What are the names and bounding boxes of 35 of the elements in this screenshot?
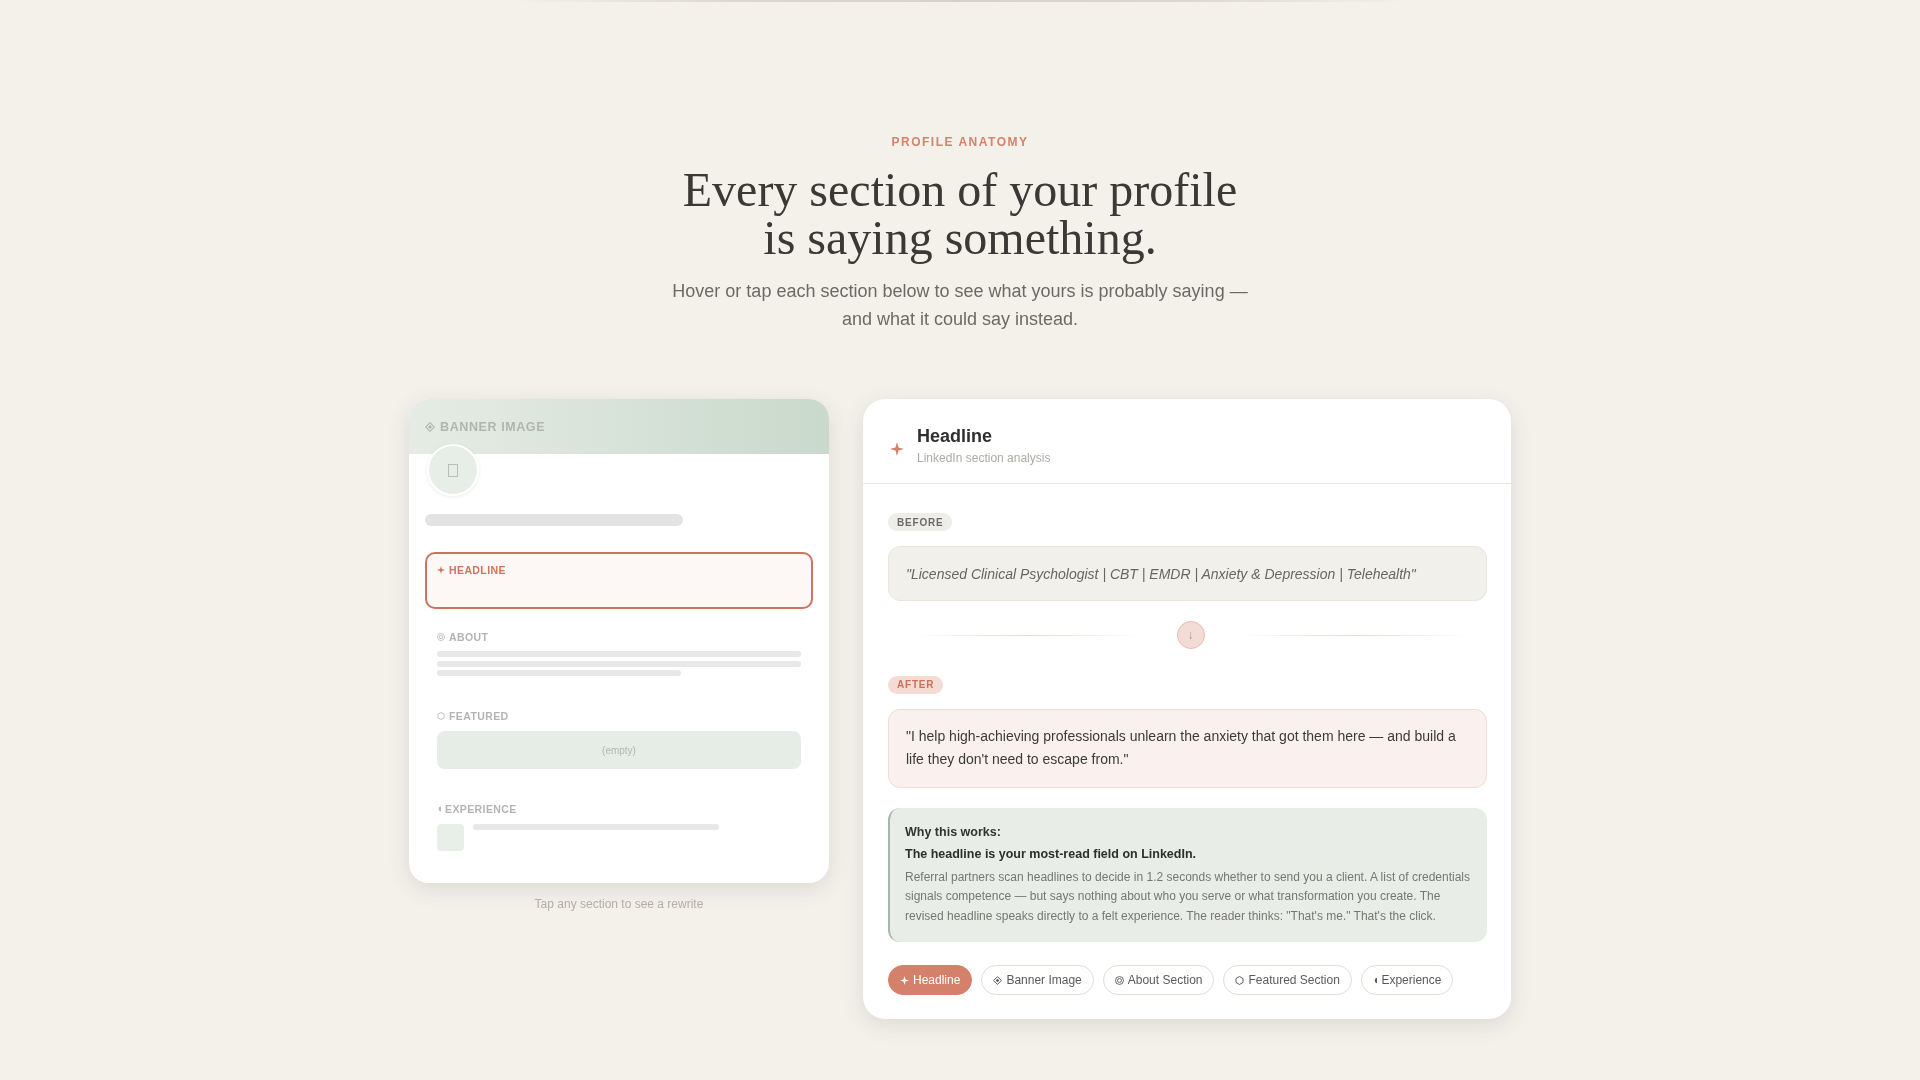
profile-section[interactable]: HEADLINE — [425, 552, 813, 609]
card-subtitle: LinkedIn section analysis — [917, 450, 1051, 466]
hexagon-icon — [437, 712, 445, 720]
section-tab[interactable]: About Section — [1102, 965, 1215, 995]
hint-caption: Tap any section to see a rewrite — [534, 897, 704, 911]
section-label: HEADLINE — [449, 563, 506, 577]
target-icon — [1114, 975, 1124, 985]
sparkle-icon — [437, 566, 445, 574]
profile-section[interactable]: ABOUT — [425, 619, 813, 688]
why-heading: Why this works: — [905, 823, 1002, 841]
after-quote: "I help high-achieving professionals unlearn the anxiety that got them here — and build a life they don't need to escape from." — [888, 708, 1487, 788]
section-tab[interactable]: Experience — [1360, 965, 1454, 995]
before-badge: BEFORE — [888, 513, 953, 531]
section-label: EXPERIENCE — [445, 802, 517, 816]
diamond-icon — [425, 421, 435, 432]
avatar-icon — [427, 444, 479, 496]
page-subtitle: Hover or tap each section below to see what yours is probably saying — and what it could say instead. — [671, 280, 1249, 331]
target-icon — [437, 633, 445, 641]
section-tab[interactable]: Banner Image — [981, 965, 1094, 995]
card-title: Headline — [917, 425, 994, 447]
sparkle-icon — [900, 975, 909, 985]
sparkle-icon — [890, 441, 904, 456]
section-tab[interactable]: Headline — [888, 965, 973, 995]
why-lead: The headline is your most-read field on LinkedIn. — [905, 845, 1197, 863]
hexagon-icon — [1235, 975, 1245, 985]
after-badge: AFTER — [888, 675, 944, 694]
section-eyebrow: PROFILE ANATOMY — [891, 134, 1029, 150]
profile-section[interactable]: EXPERIENCE — [425, 791, 813, 863]
section-label: FEATURED — [449, 709, 509, 723]
why-body: Referral partners scan headlines to decide in 1.2 seconds whether to send you a client. A list of credentials signals competence — but says nothing about who you serve or what transformation you create. The revised headline speaks directly to a felt experience. The reader thinks: "That's me." That's the click. — [905, 868, 1471, 925]
before-quote: "Licensed Clinical Psychologist | CBT | EMDR | Anxiety & Depression | Telehealth" — [888, 546, 1487, 601]
section-tab[interactable]: Featured Section — [1223, 965, 1352, 995]
section-label: ABOUT — [449, 630, 489, 644]
page-title: Every section of your profile is saying something. — [681, 166, 1239, 262]
diamond-icon — [993, 975, 1003, 985]
